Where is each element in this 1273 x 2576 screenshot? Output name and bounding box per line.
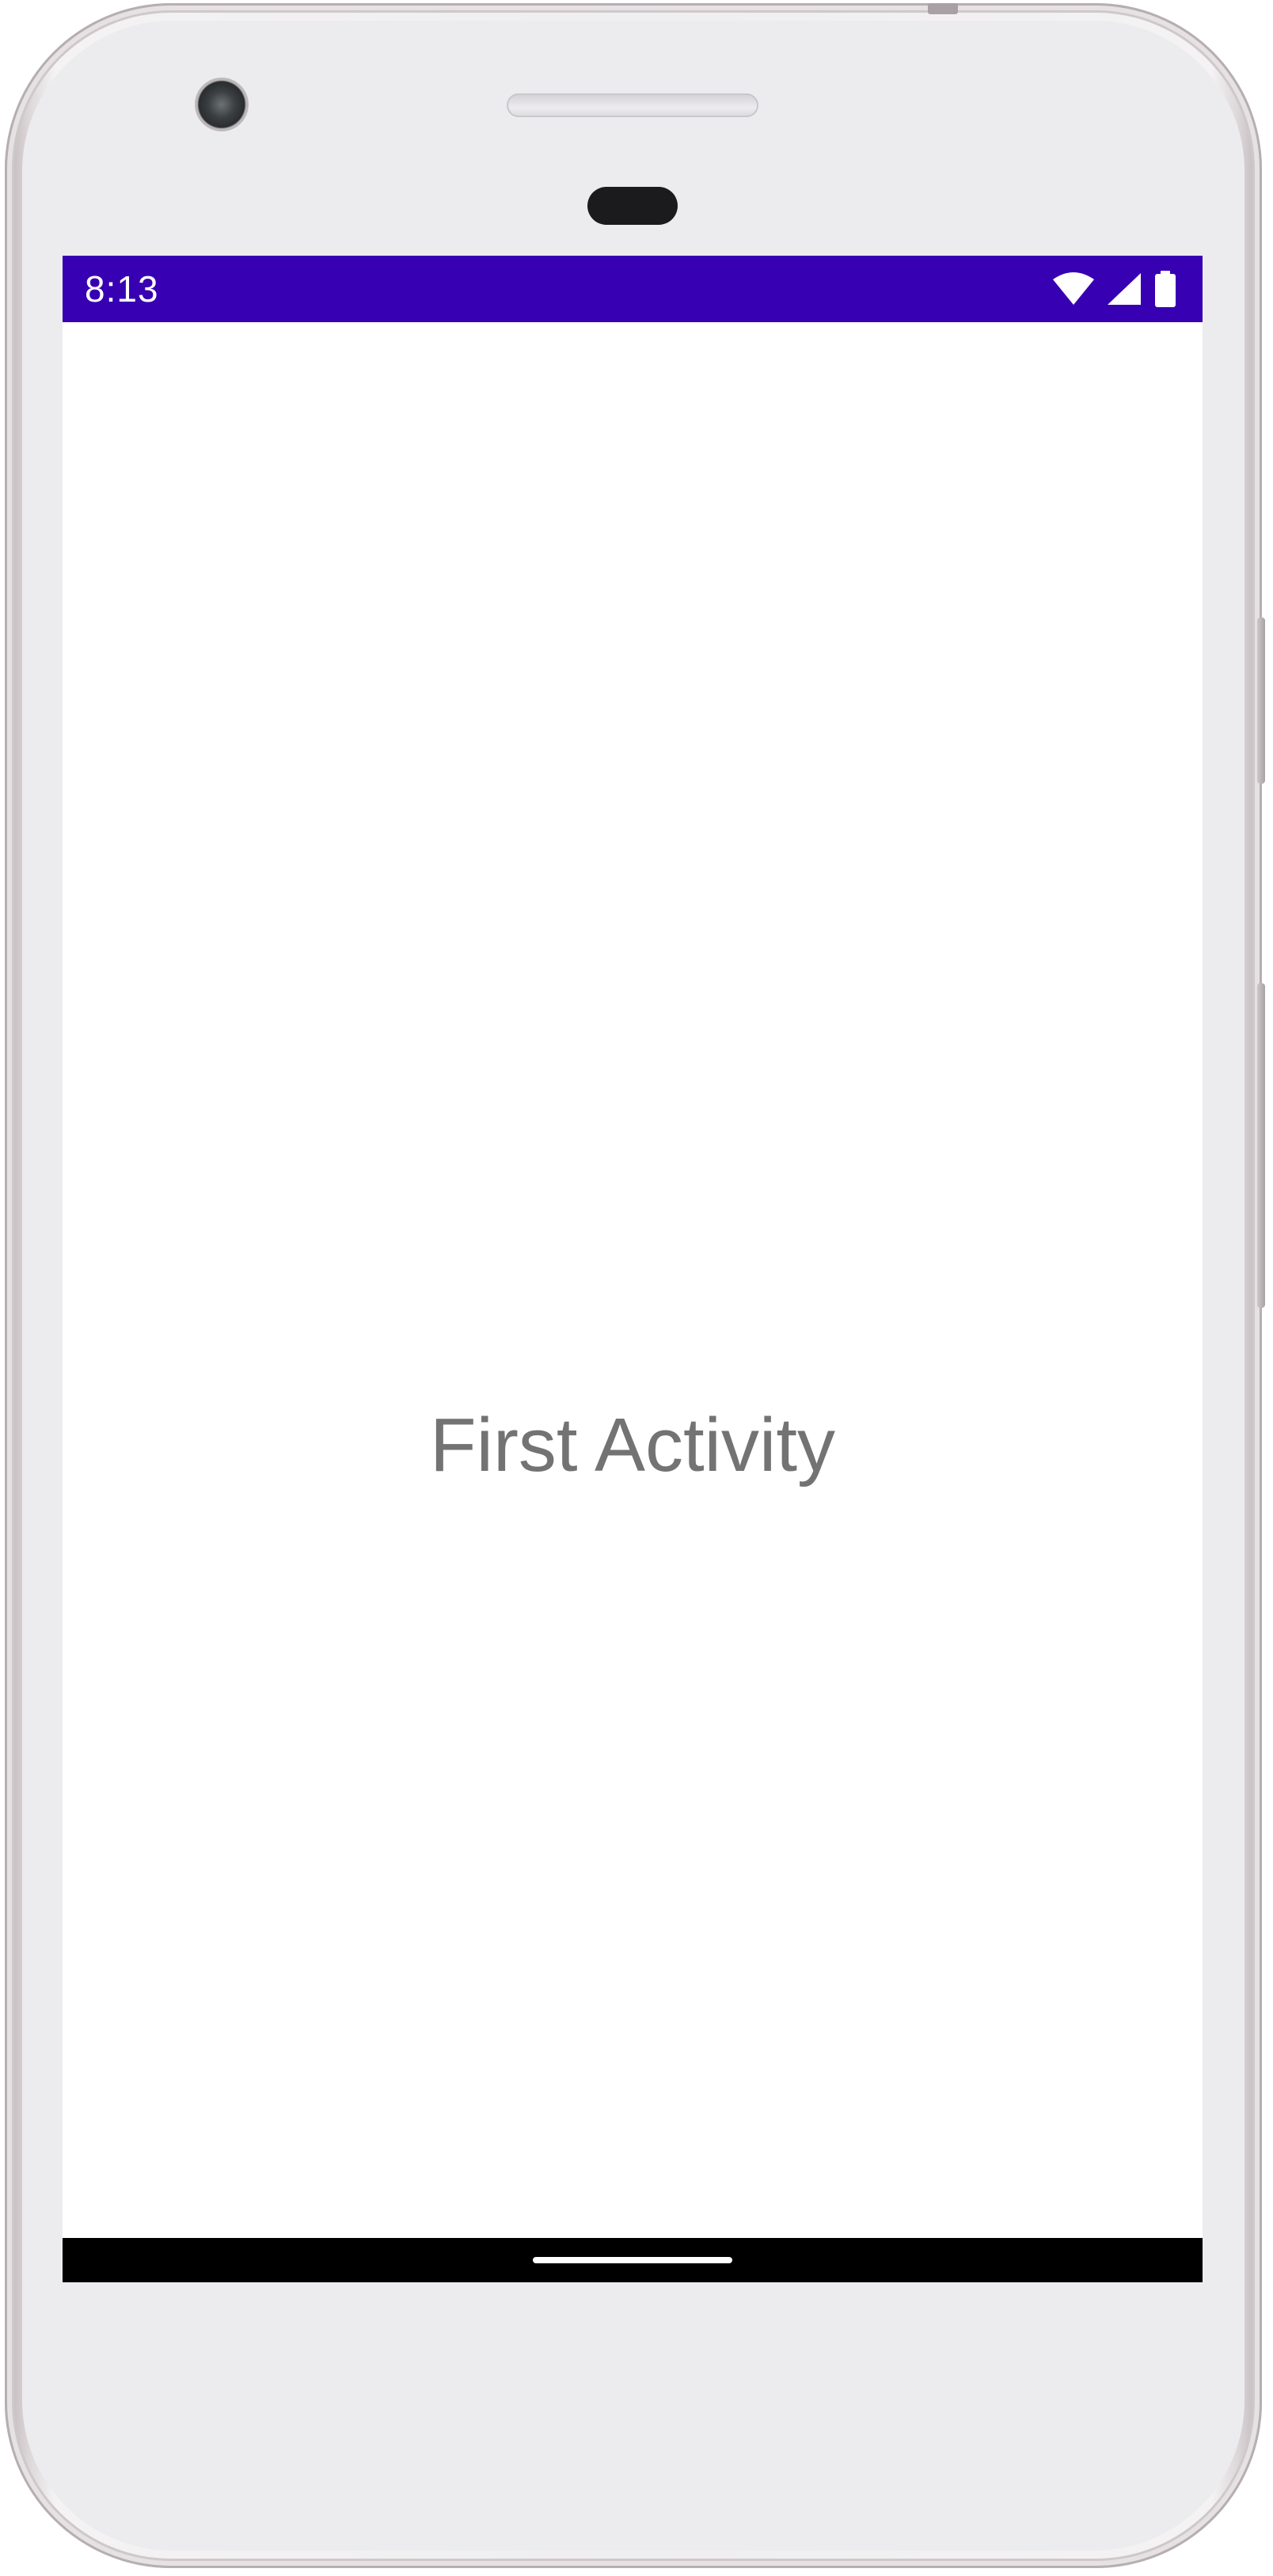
status-icons	[1052, 268, 1177, 310]
status-time: 8:13	[85, 268, 159, 310]
proximity-sensor	[587, 187, 678, 225]
home-gesture-pill[interactable]	[533, 2257, 732, 2263]
wifi-icon	[1053, 272, 1094, 305]
activity-title: First Activity	[429, 1403, 835, 1487]
volume-button	[1257, 983, 1265, 1308]
status-bar: 8:13	[63, 256, 1203, 322]
cellular-signal-icon	[1108, 273, 1141, 305]
device-screen: 8:13 First Activity	[63, 256, 1203, 2282]
navigation-bar	[63, 2238, 1203, 2282]
earpiece-speaker	[507, 93, 758, 117]
activity-content	[63, 322, 1203, 2238]
power-button	[1257, 617, 1265, 784]
battery-icon	[1155, 271, 1176, 307]
top-edge-notch	[928, 3, 958, 14]
front-camera-icon	[195, 78, 249, 131]
